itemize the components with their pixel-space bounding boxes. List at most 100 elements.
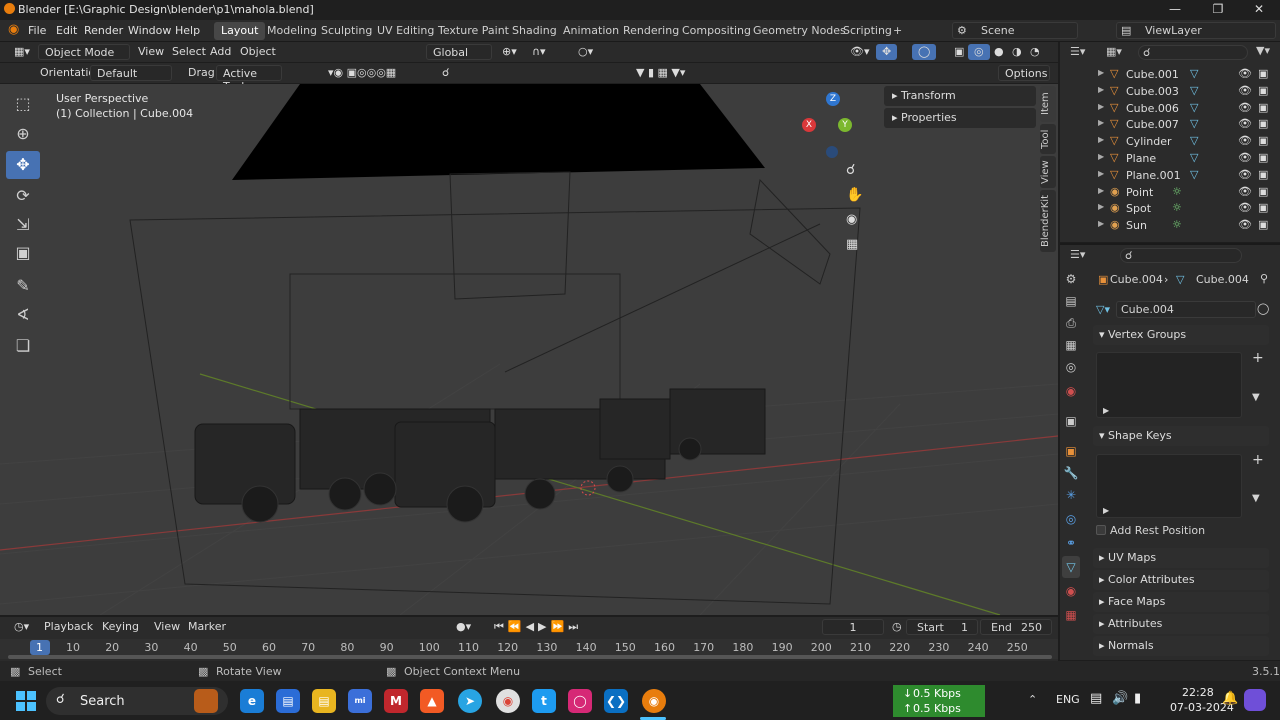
copilot-icon[interactable] (1244, 689, 1266, 711)
zoom-icon[interactable]: ☌ (846, 162, 855, 178)
render-tab-icon[interactable]: ▤ (1062, 290, 1080, 312)
search-highlight-icon[interactable] (194, 689, 218, 713)
scale-tool-icon[interactable]: ⇲ (6, 211, 40, 239)
proportional-edit-icon[interactable]: ○▾ (572, 44, 599, 60)
notification-icon[interactable]: 🔔 (1222, 691, 1238, 706)
gizmo-x[interactable]: X (802, 118, 816, 132)
minimize-icon[interactable]: — (1160, 2, 1190, 16)
world-tab-icon[interactable]: ◉ (1062, 380, 1080, 402)
rendered-shading-icon[interactable]: ◔ (1024, 44, 1046, 60)
view-layer-tab-icon[interactable]: ▦ (1062, 334, 1080, 356)
scene-tab-icon[interactable]: ◎ (1062, 356, 1080, 378)
eye-icon[interactable]: 👁 (1238, 168, 1252, 181)
eye-icon[interactable]: 👁 (1238, 201, 1252, 214)
grid-view-icon[interactable]: ▦ (846, 237, 858, 252)
shape-keys-section[interactable]: ▾ Shape Keys (1093, 426, 1269, 446)
gizmo-z[interactable]: Z (826, 92, 840, 106)
mcafee-icon[interactable]: M (384, 689, 408, 713)
camera-render-icon[interactable]: ▣ (1258, 218, 1268, 231)
close-icon[interactable]: ✕ (1244, 2, 1274, 16)
outliner-row[interactable]: ▶ ▽ Cube.003 ▽ 👁 ▣ (1086, 84, 1280, 101)
app-icon[interactable]: mi (348, 689, 372, 713)
mesh-data-icon[interactable]: ▽ (1190, 101, 1198, 114)
eye-icon[interactable]: 👁 (1238, 218, 1252, 231)
eye-icon[interactable]: 👁 (1238, 134, 1252, 147)
playback-menu[interactable]: Playback (38, 619, 99, 635)
mesh-name-field[interactable]: Cube.004 (1116, 301, 1256, 318)
vertex-group-menu-icon[interactable]: ▼ (1252, 392, 1260, 403)
light-data-icon[interactable]: ☼ (1172, 218, 1182, 231)
color-attributes-section[interactable]: ▸ Color Attributes (1093, 570, 1269, 590)
store-icon[interactable]: ▤ (276, 689, 300, 713)
maximize-icon[interactable]: ❐ (1203, 2, 1233, 16)
menu-help[interactable]: Help (175, 24, 200, 37)
camera-render-icon[interactable]: ▣ (1258, 151, 1268, 164)
hand-icon[interactable]: ✋ (846, 187, 863, 203)
face-maps-section[interactable]: ▸ Face Maps (1093, 592, 1269, 612)
snap-icon[interactable]: ∩▾ (526, 44, 552, 60)
menu-view[interactable]: View (132, 44, 170, 60)
tray-chevron-icon[interactable]: ⌃ (1028, 693, 1037, 706)
transform-tool-icon[interactable]: ▣ (6, 239, 40, 267)
pivot-icon[interactable]: ⊕▾ (496, 44, 523, 60)
shape-key-add-icon[interactable]: + (1252, 452, 1264, 468)
menu-object[interactable]: Object (234, 44, 282, 60)
menu-file[interactable]: File (28, 24, 46, 37)
output-tab-icon[interactable]: ⎙ (1062, 312, 1080, 334)
shape-keys-list[interactable]: ▶ (1096, 454, 1242, 518)
tab-tool[interactable]: Tool (1040, 124, 1056, 154)
blender-menu-icon[interactable]: ◉ (8, 22, 19, 37)
end-frame-field[interactable]: End 250 (980, 619, 1052, 635)
expand-arrow-icon[interactable]: ▶ (1098, 186, 1104, 195)
3d-viewport[interactable]: User Perspective (1) Collection | Cube.0… (0, 84, 1058, 615)
mesh-data-icon[interactable]: ▽ (1190, 84, 1198, 97)
expand-arrow-icon[interactable]: ▶ (1098, 118, 1104, 127)
move-tool-icon[interactable]: ✥ (6, 151, 40, 179)
battery-icon[interactable]: ▮ (1134, 691, 1141, 706)
timeline-view-menu[interactable]: View (148, 619, 186, 635)
collection-tab-icon[interactable]: ▣ (1062, 410, 1080, 432)
eye-icon[interactable]: 👁 (1238, 117, 1252, 130)
properties-editor-icon[interactable]: ☰▾ (1070, 248, 1085, 261)
expand-arrow-icon[interactable]: ▶ (1098, 135, 1104, 144)
mesh-data-icon[interactable]: ▽▾ (1096, 303, 1110, 316)
current-frame-field[interactable]: 1 (822, 619, 884, 635)
record-icon[interactable]: ●▾ (450, 619, 477, 635)
data-tab-icon[interactable]: ▽ (1062, 556, 1080, 578)
outliner-row[interactable]: ▶ ▽ Cube.007 ▽ 👁 ▣ (1086, 117, 1280, 134)
add-rest-position-checkbox[interactable] (1096, 525, 1106, 535)
expand-arrow-icon[interactable]: ▶ (1098, 85, 1104, 94)
pin-icon[interactable]: ⚲ (1260, 272, 1268, 285)
add-cube-tool-icon[interactable]: ❏ (6, 332, 40, 360)
eye-icon[interactable]: 👁 (1238, 67, 1252, 80)
start-frame-field[interactable]: Start 1 (906, 619, 978, 635)
outliner-row[interactable]: ▶ ▽ Cube.001 ▽ 👁 ▣ (1086, 67, 1280, 84)
timeline-editor-icon[interactable]: ◷▾ (8, 619, 35, 635)
outliner-search-input[interactable]: ☌ (1138, 45, 1248, 60)
outliner-editor-icon[interactable]: ☰▾ (1070, 45, 1085, 58)
mesh-data-icon[interactable]: ▽ (1190, 134, 1198, 147)
expand-arrow-icon[interactable]: ▶ (1098, 169, 1104, 178)
keying-menu[interactable]: Keying (96, 619, 145, 635)
uv-maps-section[interactable]: ▸ UV Maps (1093, 548, 1269, 568)
visibility-icon[interactable]: 👁▾ (844, 44, 876, 60)
expand-icon[interactable]: ▶ (1103, 406, 1109, 415)
instagram-icon[interactable]: ◯ (568, 689, 592, 713)
outliner-row[interactable]: ▶ ▽ Cube.006 ▽ 👁 ▣ (1086, 101, 1280, 118)
camera-render-icon[interactable]: ▣ (1258, 201, 1268, 214)
selection-mode-icons[interactable]: ▾◉ ▣◎◎◎▦ (322, 65, 402, 81)
network-icon[interactable]: ▤ (1090, 691, 1102, 706)
texture-tab-icon[interactable]: ▦ (1062, 604, 1080, 626)
wireframe-shading-icon[interactable]: ◎ (968, 44, 990, 60)
gizmo-y[interactable]: Y (838, 118, 852, 132)
object-tab-icon[interactable]: ▣ (1062, 440, 1080, 462)
mesh-data-icon[interactable]: ▽ (1190, 117, 1198, 130)
display-mode-icon[interactable]: ▦▾ (1106, 45, 1122, 58)
outliner-row[interactable]: ▶ ▽ Cylinder ▽ 👁 ▣ (1086, 134, 1280, 151)
menu-window[interactable]: Window (128, 24, 171, 37)
camera-icon[interactable]: ◉ (846, 212, 857, 227)
vertex-groups-section[interactable]: ▾ Vertex Groups (1093, 325, 1269, 345)
vertex-groups-list[interactable]: ▶ (1096, 352, 1242, 418)
scene-selector[interactable]: ⚙ Scene (952, 22, 1078, 39)
camera-render-icon[interactable]: ▣ (1258, 168, 1268, 181)
